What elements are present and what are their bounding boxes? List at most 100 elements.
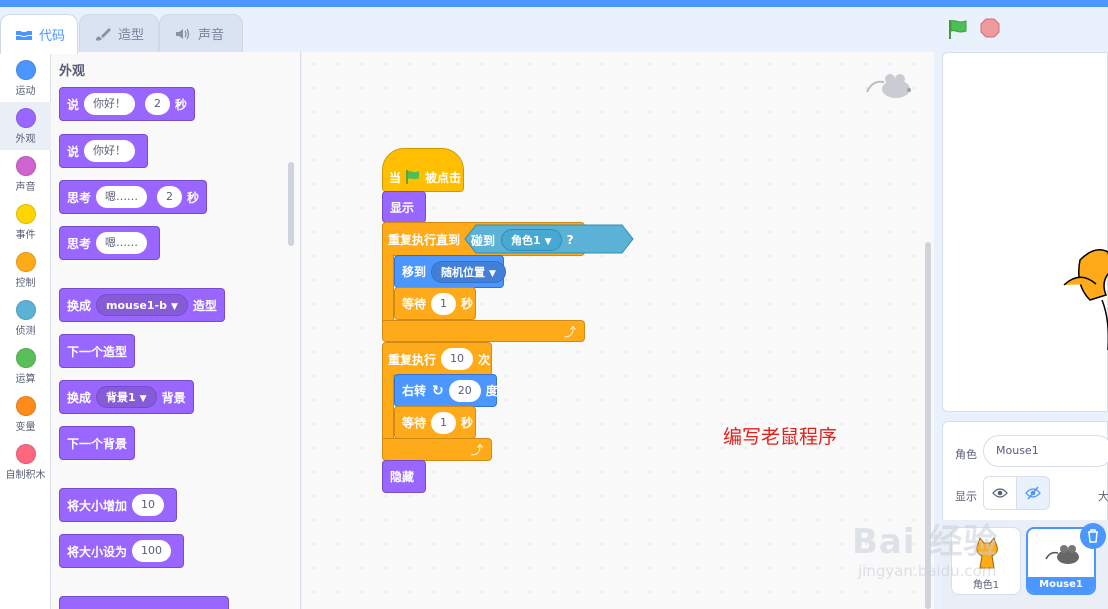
block-text: 被点击 <box>425 170 462 185</box>
sprite-thumb-label: 角色1 <box>972 580 1000 591</box>
category-motion[interactable]: 运动 <box>0 54 51 102</box>
wait-seconds-input[interactable]: 1 <box>431 292 457 315</box>
turn-right-block[interactable]: 右转 ↻ 20 度 <box>394 374 498 407</box>
message-input[interactable]: 嗯…… <box>96 232 148 254</box>
repeat-arm <box>382 374 394 442</box>
say-for-secs-block[interactable]: 说 你好！ 2 秒 <box>59 87 196 121</box>
category-control[interactable]: 控制 <box>0 246 51 294</box>
dropdown-value: mouse1-b <box>106 299 167 312</box>
palette-title: 外观 <box>59 64 86 79</box>
repeat-footer: ⤴ <box>382 438 492 461</box>
block-text: 秒 <box>461 297 474 311</box>
category-looks[interactable]: 外观 <box>0 102 51 150</box>
category-label: 运动 <box>15 86 36 97</box>
touch-target-dropdown[interactable]: 角色1 ▼ <box>501 229 562 251</box>
hide-block[interactable]: 隐藏 <box>382 460 426 493</box>
degrees-input[interactable]: 20 <box>448 379 481 402</box>
size-input[interactable]: 10 <box>132 494 165 516</box>
switch-backdrop-block[interactable]: 换成 背景1 ▼ 背景 <box>59 380 194 414</box>
control-color-dot <box>15 252 36 272</box>
stop-icon[interactable] <box>980 18 1000 38</box>
block-text: 造型 <box>192 298 217 313</box>
size-input[interactable]: 100 <box>132 540 172 562</box>
think-for-secs-block[interactable]: 思考 嗯…… 2 秒 <box>59 180 208 214</box>
caret-down-icon: ▼ <box>544 237 552 247</box>
repeat-content: 重复执行 10 次 <box>388 342 490 376</box>
block-text: 右转 <box>402 384 427 398</box>
speaker-icon <box>176 28 190 39</box>
message-input[interactable]: 嗯…… <box>96 186 148 208</box>
loop-arrow-icon: ⤴ <box>563 324 576 339</box>
show-block[interactable]: 显示 <box>382 191 426 223</box>
secs-input[interactable]: 2 <box>157 186 183 208</box>
show-sprite-button[interactable] <box>983 476 1017 510</box>
sprite-name-input[interactable]: Mouse1 <box>983 435 1108 467</box>
block-text: 重复执行直到 <box>388 232 461 247</box>
block-text: 背景 <box>161 390 186 405</box>
category-events[interactable]: 事件 <box>0 198 51 246</box>
category-my-blocks[interactable]: 自制积木 <box>0 438 51 486</box>
category-variables[interactable]: 变量 <box>0 390 51 438</box>
category-label: 变量 <box>15 422 36 433</box>
tab-code[interactable]: 代码 <box>0 14 78 54</box>
repeat-until-footer: ⤴ <box>382 320 585 342</box>
delete-sprite-button[interactable] <box>1080 523 1106 549</box>
block-text: 等待 <box>402 416 427 430</box>
category-label: 侦测 <box>15 326 36 337</box>
category-sound[interactable]: 声音 <box>0 150 51 198</box>
wait-seconds-input[interactable]: 1 <box>431 411 457 434</box>
category-label: 事件 <box>15 230 36 241</box>
set-size-block[interactable]: 将大小设为 100 <box>59 534 185 568</box>
go-to-random-block[interactable]: 移到 随机位置 ▼ <box>394 255 506 288</box>
block-text: 度 <box>485 384 498 398</box>
set-effect-block[interactable] <box>59 596 229 609</box>
variables-color-dot <box>15 396 36 416</box>
tab-sounds[interactable]: 声音 <box>159 14 243 52</box>
hide-sprite-button[interactable] <box>1016 476 1050 510</box>
category-sensing[interactable]: 侦测 <box>0 294 51 342</box>
costume-dropdown[interactable]: mouse1-b ▼ <box>96 294 188 316</box>
block-text: 隐藏 <box>390 470 415 484</box>
code-blocks-icon <box>16 30 32 40</box>
sprite-label: 角色 <box>955 448 977 461</box>
block-text: 换成 <box>67 390 92 405</box>
secs-input[interactable]: 2 <box>145 93 171 115</box>
message-input[interactable]: 你好！ <box>84 93 136 115</box>
eye-slash-icon <box>1025 486 1041 500</box>
block-text: 显示 <box>390 200 415 215</box>
green-flag-icon[interactable] <box>947 18 969 40</box>
block-text: 将大小设为 <box>67 544 128 559</box>
show-label: 显示 <box>955 490 977 503</box>
trash-icon <box>1088 529 1098 543</box>
think-block[interactable]: 思考 嗯…… <box>59 226 161 260</box>
switch-costume-block[interactable]: 换成 mouse1-b ▼ 造型 <box>59 288 225 322</box>
wait-block[interactable]: 等待 1 秒 <box>394 287 476 320</box>
caret-down-icon: ▼ <box>139 394 147 404</box>
wait-block[interactable]: 等待 1 秒 <box>394 406 476 439</box>
motion-color-dot <box>15 60 36 80</box>
category-operators[interactable]: 运算 <box>0 342 51 390</box>
change-size-block[interactable]: 将大小增加 10 <box>59 488 178 522</box>
say-block[interactable]: 说 你好！ <box>59 134 149 168</box>
backdrop-dropdown[interactable]: 背景1 ▼ <box>96 386 157 408</box>
next-costume-block[interactable]: 下一个造型 <box>59 334 136 368</box>
palette-scrollbar[interactable] <box>288 162 294 246</box>
message-input[interactable]: 你好！ <box>84 140 136 162</box>
repeat-count-input[interactable]: 10 <box>441 348 474 370</box>
when-flag-clicked-block[interactable]: 当 被点击 <box>382 148 464 192</box>
block-text: 下一个背景 <box>67 436 128 451</box>
block-text: 下一个造型 <box>67 344 128 359</box>
next-backdrop-block[interactable]: 下一个背景 <box>59 426 136 460</box>
cat-sprite-partial <box>1063 249 1108 350</box>
tab-costumes[interactable]: 造型 <box>79 14 159 52</box>
goto-target-dropdown[interactable]: 随机位置 ▼ <box>431 260 506 283</box>
looks-color-dot <box>15 108 36 128</box>
sensing-color-dot <box>15 300 36 320</box>
tab-label: 代码 <box>39 29 66 44</box>
tab-label: 造型 <box>118 28 145 43</box>
green-flag-icon <box>406 170 420 184</box>
caret-down-icon: ▼ <box>489 268 496 279</box>
block-text: 思考 <box>67 190 92 205</box>
menu-bar <box>0 0 1108 7</box>
category-label: 外观 <box>15 134 36 145</box>
